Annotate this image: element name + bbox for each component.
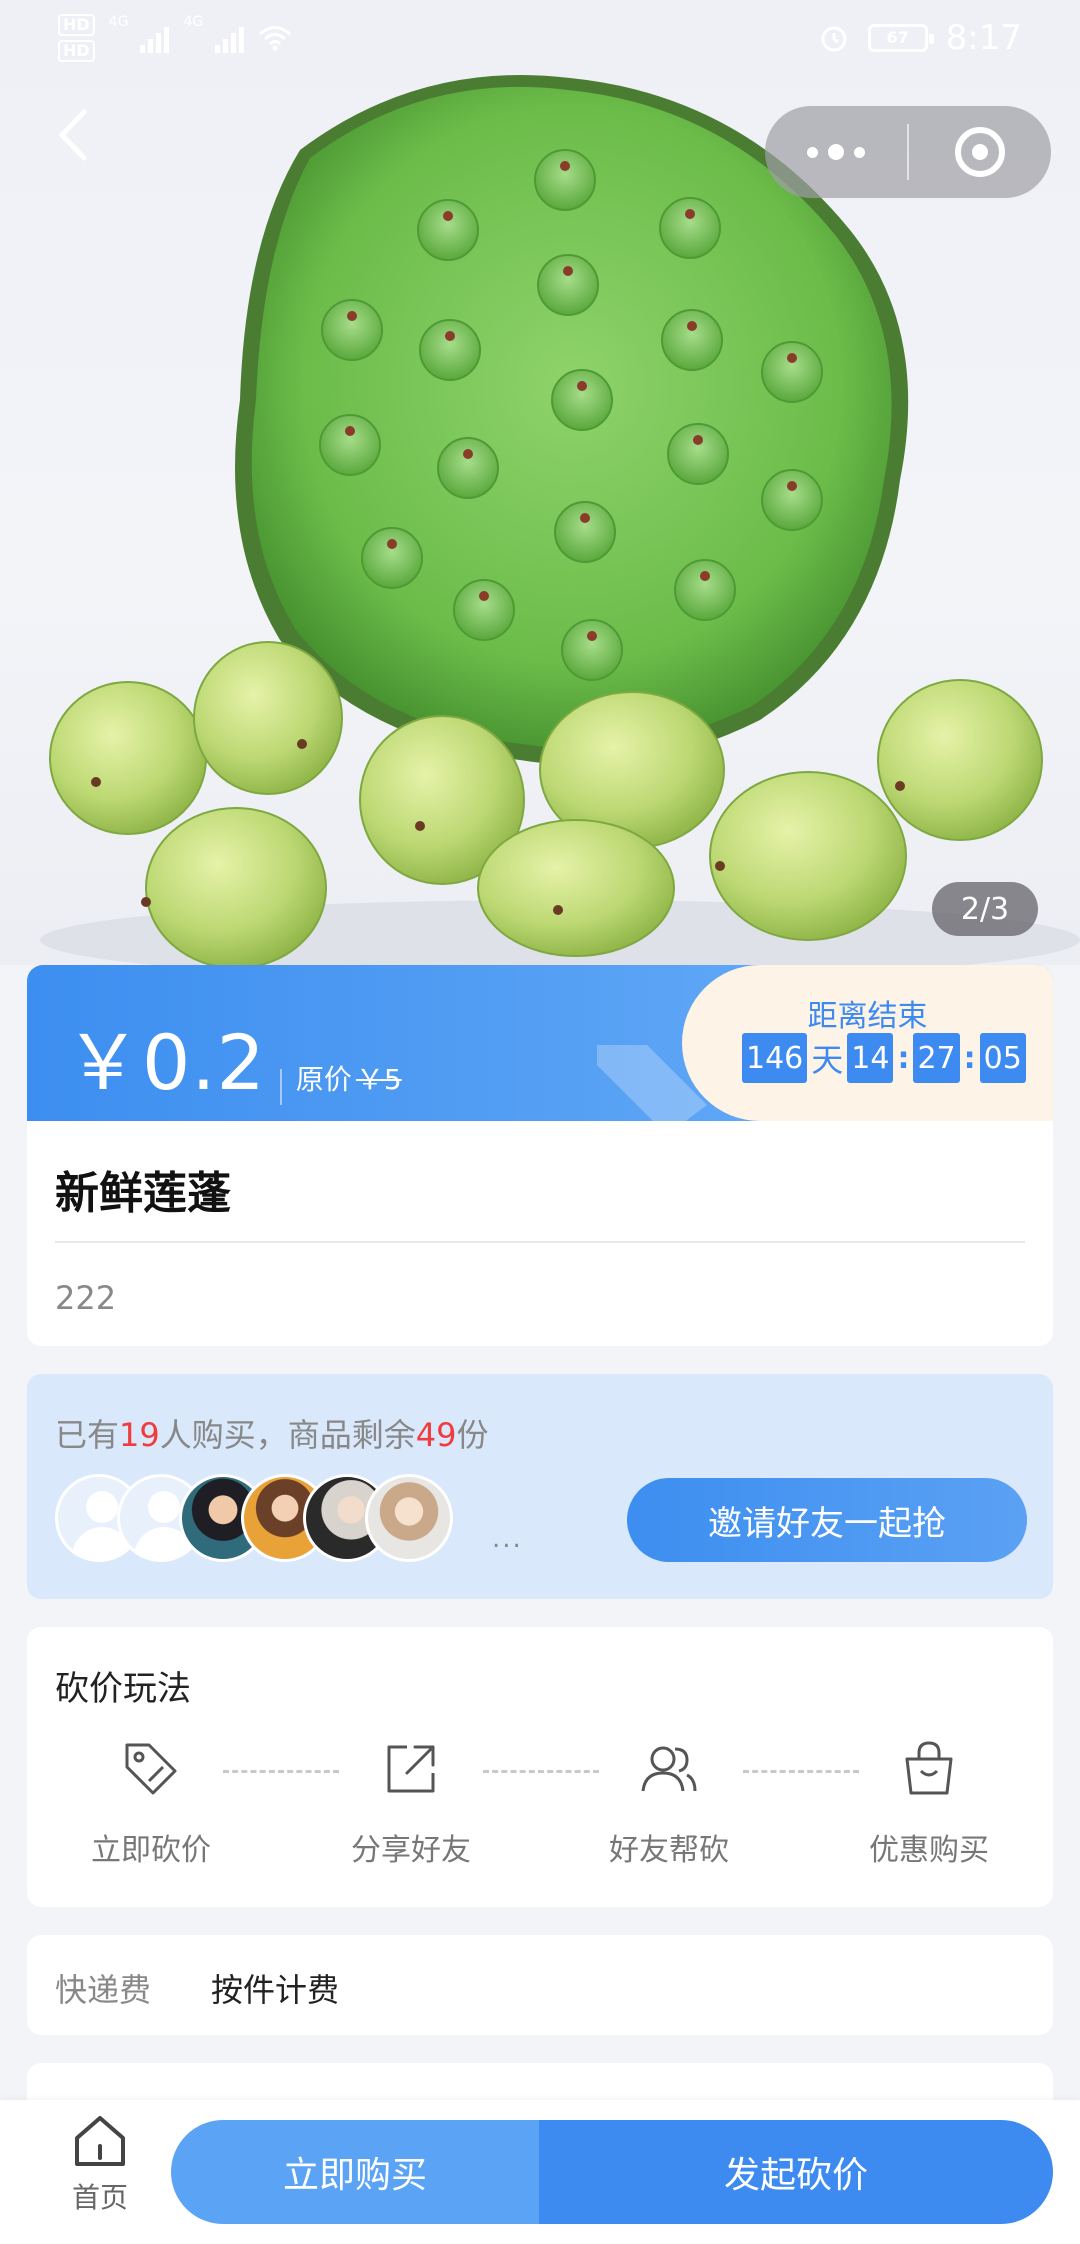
buyers-suffix: 份: [456, 1416, 489, 1454]
product-image-carousel[interactable]: HD HD 4G 4G 67 8:17 2/3: [0, 0, 1080, 965]
share-icon: [387, 1745, 435, 1793]
step-bargain-now: 立即砍价: [61, 1737, 241, 1869]
friends-icon: [641, 1746, 697, 1792]
alarm-icon: [821, 26, 847, 52]
step-friends-help: 好友帮砍: [579, 1737, 759, 1869]
tag-icon: [125, 1743, 177, 1795]
hd-badge: HD: [58, 40, 95, 62]
rules-title: 砍价玩法: [55, 1669, 191, 1709]
back-icon[interactable]: [48, 100, 108, 170]
network-type: 4G: [108, 14, 129, 30]
buyer-avatars: [55, 1474, 475, 1564]
wifi-icon: [259, 26, 292, 51]
bargain-rules-card: 砍价玩法 立即砍价 分享好友 好友帮砍 优惠购买: [27, 1627, 1053, 1907]
purchase-actions: 立即购买 发起砍价: [171, 2120, 1053, 2224]
countdown-days-unit: 天: [811, 1041, 844, 1079]
remaining-count: 49: [415, 1416, 457, 1454]
product-name: 新鲜莲蓬: [55, 1168, 231, 1219]
home-button[interactable]: 首页: [48, 2112, 152, 2216]
shipping-label: 快递费: [55, 1971, 152, 2009]
signal-icon: [215, 23, 245, 53]
step-label: 优惠购买: [869, 1833, 989, 1868]
clock: 8:17: [945, 18, 1022, 58]
buy-now-button[interactable]: 立即购买: [171, 2120, 539, 2224]
product-description: 222: [55, 1279, 117, 1317]
shipping-card: 快递费 按件计费: [27, 1935, 1053, 2035]
shipping-value: 按件计费: [211, 1971, 340, 2009]
invite-friends-button[interactable]: 邀请好友一起抢: [627, 1478, 1027, 1562]
battery-icon: 67: [867, 24, 934, 52]
buyers-middle: 人购买，商品剩余: [159, 1416, 416, 1454]
buyers-stat: 已有19人购买，商品剩余49份: [55, 1410, 488, 1456]
shopping-bag-icon: [905, 1741, 953, 1795]
countdown-days: 146: [742, 1033, 808, 1083]
step-discount-buy: 优惠购买: [839, 1737, 1019, 1869]
countdown-label: 距离结束: [807, 999, 928, 1034]
step-label: 好友帮砍: [609, 1833, 729, 1868]
step-label: 立即砍价: [91, 1833, 211, 1868]
hd-badge: HD: [58, 14, 95, 36]
countdown-hours: 14: [847, 1033, 894, 1083]
status-bar: HD HD 4G 4G 67 8:17: [0, 0, 1080, 80]
buyers-prefix: 已有: [55, 1416, 120, 1454]
price-divider: [279, 1069, 282, 1105]
product-info-card: 新鲜莲蓬 222: [27, 1121, 1053, 1346]
original-price: 原价 ￥5: [296, 1058, 402, 1098]
step-share-friends: 分享好友: [321, 1737, 501, 1869]
step-label: 分享好友: [351, 1833, 471, 1868]
start-bargain-button[interactable]: 发起砍价: [539, 2120, 1053, 2224]
countdown-minutes: 27: [913, 1033, 960, 1083]
countdown-colon: :: [897, 1040, 910, 1076]
price-banner: ￥0.2 原价 ￥5 距离结束 146 天 14 : 27 : 05: [27, 965, 1053, 1121]
divider: [55, 1241, 1025, 1243]
buyer-count: 19: [119, 1416, 160, 1454]
countdown-seconds: 05: [979, 1033, 1026, 1083]
network-type: 4G: [183, 14, 204, 30]
close-miniprogram-icon[interactable]: [909, 127, 1051, 177]
image-counter: 2/3: [932, 882, 1038, 936]
home-label: 首页: [71, 2181, 128, 2214]
mini-program-capsule: [765, 106, 1051, 198]
countdown-colon: :: [963, 1040, 976, 1076]
signal-icon: [140, 23, 170, 53]
home-icon: [75, 2116, 125, 2166]
countdown: 距离结束 146 天 14 : 27 : 05: [682, 965, 1053, 1121]
original-price-label: 原价: [295, 1063, 352, 1096]
more-options-icon[interactable]: [765, 144, 907, 160]
avatar: [365, 1474, 453, 1562]
original-price-value: ￥5: [355, 1063, 402, 1096]
more-buyers: ...: [492, 1524, 523, 1554]
current-price: ￥0.2: [65, 1018, 266, 1107]
buyers-card: 已有19人购买，商品剩余49份 ... 邀请好友一起抢: [27, 1374, 1053, 1599]
bottom-action-bar: 首页 立即购买 发起砍价: [0, 2100, 1080, 2244]
